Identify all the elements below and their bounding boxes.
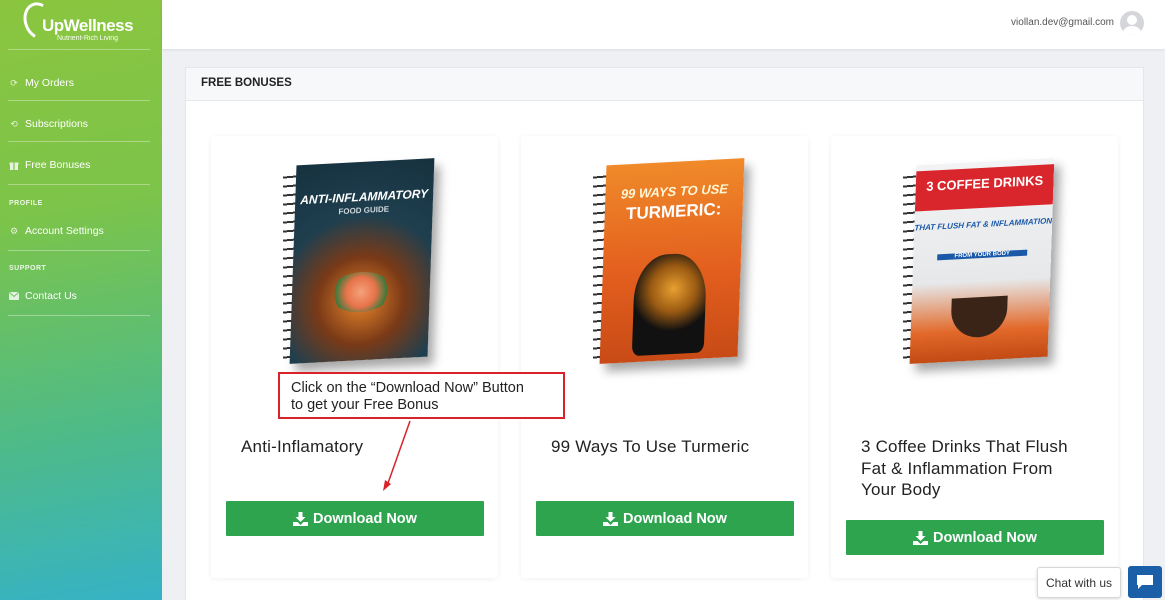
panel-title: FREE BONUSES [186,68,1143,101]
brand-logo[interactable]: UpWellness Nutrient-Rich Living [18,0,142,48]
sidebar: UpWellness Nutrient-Rich Living ⟳ My Ord… [0,0,162,600]
top-header: viollan.dev@gmail.com [162,0,1165,49]
sidebar-item-label: Contact Us [25,290,77,302]
bonus-card: ANTI-INFLAMMATORY FOOD GUIDE Anti-Inflam… [211,136,498,578]
cover-subtitle: TURMERIC: [625,199,722,224]
download-now-button[interactable]: Download Now [226,501,484,536]
sidebar-item-label: My Orders [25,77,75,89]
download-button-label: Download Now [623,510,727,527]
sidebar-item-label: Subscriptions [25,118,89,130]
sidebar-item-account-settings[interactable]: ⚙ Account Settings [9,225,104,237]
sidebar-divider [8,184,150,185]
gear-icon: ⚙ [9,225,19,236]
sidebar-section-profile: PROFILE [9,200,43,207]
sidebar-item-contact-us[interactable]: Contact Us [9,290,77,302]
book-cover-image: 99 WAYS TO USE TURMERIC: [583,158,753,378]
sync-icon: ⟲ [10,118,18,129]
book-cover-image: ANTI-INFLAMMATORY FOOD GUIDE [273,158,443,378]
envelope-icon [9,291,19,301]
sidebar-item-label: Free Bonuses [25,159,91,171]
cover-tagline: FROM YOUR BODY [937,249,1028,261]
book-cover-image: 3 COFFEE DRINKS THAT FLUSH FAT & INFLAMM… [893,158,1063,378]
download-button-label: Download Now [933,529,1037,546]
bonus-title: Anti-Inflamatory [241,437,364,456]
chat-button[interactable] [1128,566,1162,598]
sidebar-item-label: Account Settings [25,225,104,237]
sidebar-divider [8,315,150,316]
refresh-icon: ⟳ [10,77,18,88]
instruction-callout: Click on the “Download Now” Button to ge… [278,372,565,419]
sidebar-item-free-bonuses[interactable]: Free Bonuses [9,159,90,171]
gift-icon [9,160,19,170]
download-icon [603,511,619,526]
download-icon [913,530,929,545]
sidebar-item-subscriptions[interactable]: ⟲ Subscriptions [9,118,88,130]
sidebar-item-my-orders[interactable]: ⟳ My Orders [9,77,74,89]
bonus-title: 99 Ways To Use Turmeric [551,437,750,456]
brand-name: UpWellness [42,16,134,35]
brand-tagline: Nutrient-Rich Living [57,35,119,42]
download-now-button[interactable]: Download Now [536,501,794,536]
sidebar-divider [8,49,150,50]
callout-arrow-icon [383,420,411,491]
sidebar-divider [8,250,150,251]
download-button-label: Download Now [313,510,417,527]
avatar[interactable] [1120,11,1144,35]
sidebar-section-support: SUPPORT [9,265,47,272]
bonus-card: 3 COFFEE DRINKS THAT FLUSH FAT & INFLAMM… [831,136,1118,578]
cover-subtitle: THAT FLUSH FAT & INFLAMMATION [914,216,1053,233]
chat-label[interactable]: Chat with us [1037,567,1121,598]
chat-bubble-icon [1137,575,1153,589]
sidebar-divider [8,141,150,142]
download-icon [293,511,309,526]
callout-line: Click on the “Download Now” Button [291,380,524,396]
download-now-button[interactable]: Download Now [846,520,1104,555]
callout-line: to get your Free Bonus [291,397,439,413]
user-email[interactable]: viollan.dev@gmail.com [1011,17,1114,28]
bonus-card: 99 WAYS TO USE TURMERIC: 99 Ways To Use … [521,136,808,578]
bonus-title: 3 Coffee Drinks That Flush Fat & Inflamm… [861,437,1068,499]
sidebar-divider [8,100,150,101]
